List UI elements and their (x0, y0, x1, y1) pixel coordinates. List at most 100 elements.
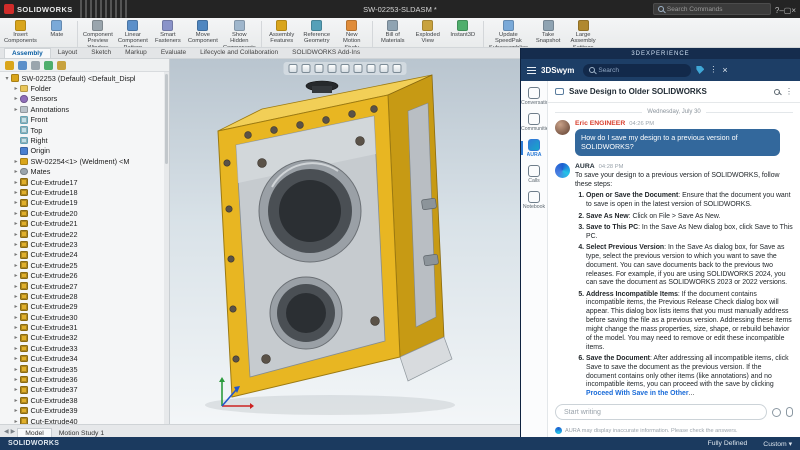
tree-item-annotations[interactable]: ▸Annotations (0, 104, 169, 114)
tree-item-cut-extrude25[interactable]: ▸Cut-Extrude25 (0, 260, 169, 270)
hide-show-items-icon[interactable] (367, 64, 376, 73)
tree-item-cut-extrude24[interactable]: ▸Cut-Extrude24 (0, 250, 169, 260)
ribbon-button-exploded-view[interactable]: Exploded View (413, 20, 443, 45)
expand-arrow-icon[interactable]: ▸ (12, 241, 20, 248)
tree-item-sw-02253-default-default-displ[interactable]: ▾SW-02253 (Default) <Default_Displ (0, 73, 169, 83)
expand-arrow-icon[interactable]: ▸ (12, 231, 20, 238)
expand-arrow-icon[interactable]: ▸ (12, 272, 20, 279)
expand-arrow-icon[interactable]: ▸ (12, 355, 20, 362)
expand-arrow-icon[interactable]: ▸ (12, 251, 20, 258)
sidebar-item-conversations[interactable]: Conversations (521, 87, 547, 106)
zoom-area-icon[interactable] (302, 64, 311, 73)
sidebar-item-calls[interactable]: Calls (521, 165, 547, 184)
ribbon-button-new-motion-study[interactable]: New Motion Study (337, 20, 367, 48)
graphics-viewport[interactable] (170, 59, 520, 424)
print-icon[interactable] (95, 0, 97, 18)
expand-arrow-icon[interactable]: ▸ (12, 303, 20, 310)
expand-arrow-icon[interactable]: ▸ (12, 168, 20, 175)
tree-item-cut-extrude18[interactable]: ▸Cut-Extrude18 (0, 187, 169, 197)
expand-arrow-icon[interactable]: ▸ (12, 293, 20, 300)
hamburger-menu-icon[interactable] (527, 67, 536, 74)
display-style-icon[interactable] (354, 64, 363, 73)
undo-icon[interactable] (100, 0, 102, 18)
close-icon[interactable]: × (791, 6, 796, 15)
expand-arrow-icon[interactable]: ▸ (12, 95, 20, 102)
ribbon-button-show-hidden[interactable]: Show Hidden Components (223, 20, 256, 48)
ribbon-button-assembly-features[interactable]: Assembly Features (267, 20, 297, 45)
expand-arrow-icon[interactable]: ▸ (12, 407, 20, 414)
tree-item-sensors[interactable]: ▸Sensors (0, 94, 169, 104)
expand-arrow-icon[interactable]: ▸ (12, 386, 20, 393)
expand-arrow-icon[interactable]: ▾ (3, 75, 11, 82)
tree-item-cut-extrude36[interactable]: ▸Cut-Extrude36 (0, 374, 169, 384)
expand-arrow-icon[interactable]: ▸ (12, 262, 20, 269)
tree-item-cut-extrude22[interactable]: ▸Cut-Extrude22 (0, 229, 169, 239)
tab-solidworks-add-ins[interactable]: SOLIDWORKS Add-Ins (285, 48, 367, 58)
tree-item-cut-extrude32[interactable]: ▸Cut-Extrude32 (0, 333, 169, 343)
ribbon-button-linear-pattern[interactable]: Linear Component Pattern (118, 20, 148, 48)
dimxpert-tab-icon[interactable] (44, 61, 53, 70)
rebuild-icon[interactable] (115, 0, 117, 18)
sidebar-item-notebook[interactable]: Notebook (521, 191, 547, 210)
expand-arrow-icon[interactable]: ▸ (12, 324, 20, 331)
save-icon[interactable] (90, 0, 92, 18)
expand-arrow-icon[interactable]: ▸ (12, 189, 20, 196)
expand-arrow-icon[interactable]: ▸ (12, 106, 20, 113)
tree-item-cut-extrude33[interactable]: ▸Cut-Extrude33 (0, 343, 169, 353)
edit-appearance-icon[interactable] (380, 64, 389, 73)
tree-item-cut-extrude17[interactable]: ▸Cut-Extrude17 (0, 177, 169, 187)
expand-arrow-icon[interactable]: ▸ (12, 283, 20, 290)
feature-tree-scrollbar[interactable] (164, 72, 169, 424)
ribbon-button-smart-fasteners[interactable]: Smart Fasteners (153, 20, 183, 45)
expand-arrow-icon[interactable]: ▸ (12, 366, 20, 373)
expand-arrow-icon[interactable]: ▸ (12, 314, 20, 321)
tree-item-cut-extrude23[interactable]: ▸Cut-Extrude23 (0, 239, 169, 249)
feature-tree-tab-icon[interactable] (5, 61, 14, 70)
tree-item-origin[interactable]: Origin (0, 146, 169, 156)
tab-markup[interactable]: Markup (118, 48, 154, 58)
ribbon-button-mate[interactable]: Mate (42, 20, 72, 38)
chat-search-icon[interactable] (774, 89, 780, 95)
tab-assembly[interactable]: Assembly (4, 48, 51, 58)
ribbon-button-reference-geometry[interactable]: Reference Geometry (302, 20, 332, 45)
expand-arrow-icon[interactable]: ▸ (12, 85, 20, 92)
chat-input[interactable]: Start writing (555, 404, 767, 420)
tree-item-cut-extrude30[interactable]: ▸Cut-Extrude30 (0, 312, 169, 322)
ribbon-button-instant3d[interactable]: Instant3D (448, 20, 478, 38)
ribbon-button-move-component[interactable]: Move Component (188, 20, 218, 45)
tree-item-cut-extrude34[interactable]: ▸Cut-Extrude34 (0, 354, 169, 364)
ribbon-button-bill-of-materials[interactable]: Bill of Materials (378, 20, 408, 45)
microphone-icon[interactable] (786, 407, 793, 417)
select-icon[interactable] (110, 0, 112, 18)
ribbon-button-large-assembly-settings[interactable]: Large Assembly Settings (568, 20, 598, 48)
tab-evaluate[interactable]: Evaluate (154, 48, 193, 58)
view-orientation-icon[interactable] (341, 64, 350, 73)
panel-search-input[interactable]: Search (583, 64, 691, 77)
expand-arrow-icon[interactable]: ▸ (12, 179, 20, 186)
open-file-icon[interactable] (85, 0, 87, 18)
tab-scroll-right-icon[interactable]: ▶ (11, 428, 16, 435)
ribbon-button-update-speedpak[interactable]: Update SpeedPak Subassemblies (489, 20, 528, 48)
expand-arrow-icon[interactable]: ▸ (12, 220, 20, 227)
tree-item-cut-extrude21[interactable]: ▸Cut-Extrude21 (0, 218, 169, 228)
view-settings-icon[interactable] (393, 64, 402, 73)
expand-arrow-icon[interactable]: ▸ (12, 376, 20, 383)
sidebar-item-communities[interactable]: Communities (521, 113, 547, 132)
tree-item-cut-extrude39[interactable]: ▸Cut-Extrude39 (0, 406, 169, 416)
tree-item-right[interactable]: Right (0, 135, 169, 145)
tree-item-top[interactable]: Top (0, 125, 169, 135)
expand-arrow-icon[interactable]: ▸ (12, 397, 20, 404)
tree-item-mates[interactable]: ▸Mates (0, 167, 169, 177)
tree-item-cut-extrude29[interactable]: ▸Cut-Extrude29 (0, 302, 169, 312)
emoji-icon[interactable] (772, 408, 781, 417)
tree-item-folder[interactable]: ▸Folder (0, 83, 169, 93)
zoom-fit-icon[interactable] (289, 64, 298, 73)
previous-view-icon[interactable] (315, 64, 324, 73)
options-icon[interactable] (125, 0, 127, 18)
chat-menu-icon[interactable]: ⋮ (785, 88, 793, 96)
property-manager-tab-icon[interactable] (18, 61, 27, 70)
redo-icon[interactable] (105, 0, 107, 18)
tree-item-cut-extrude19[interactable]: ▸Cut-Extrude19 (0, 198, 169, 208)
section-view-icon[interactable] (328, 64, 337, 73)
command-search-input[interactable]: Search Commands (653, 3, 771, 15)
